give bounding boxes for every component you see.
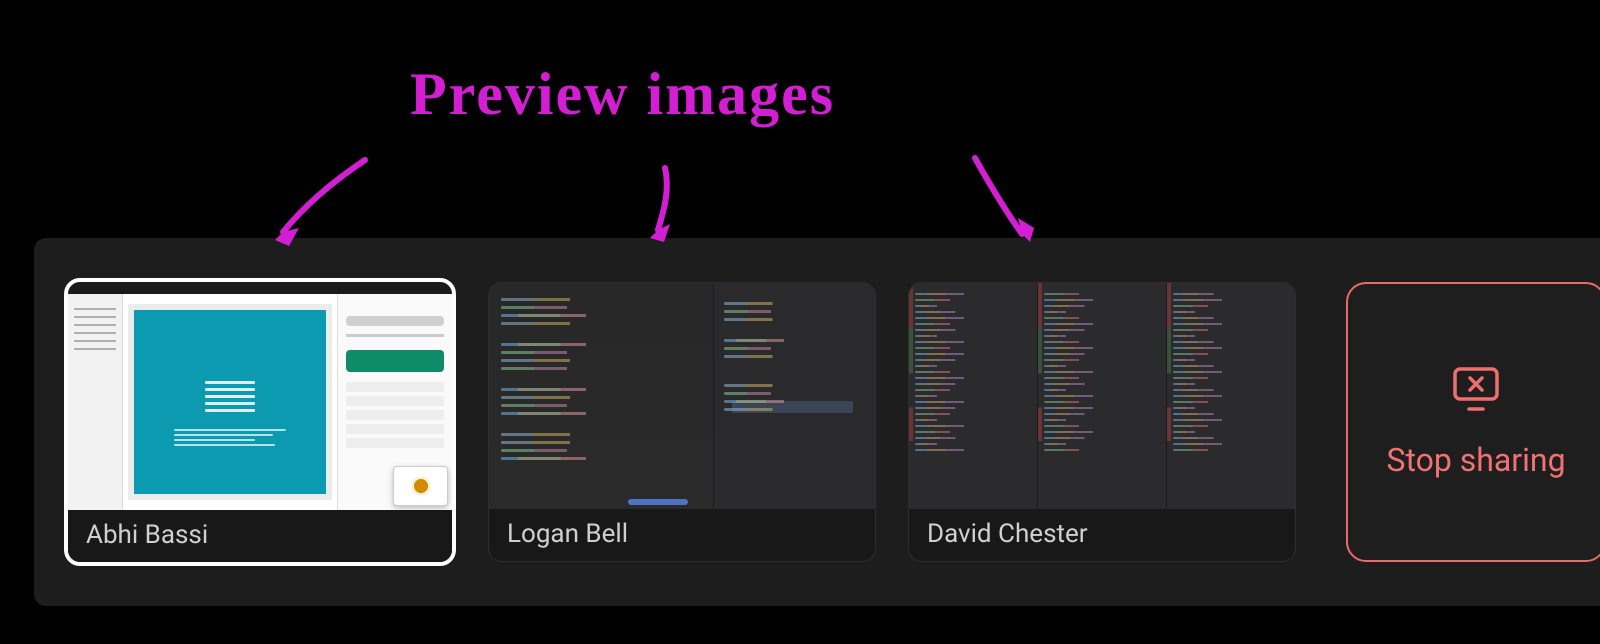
share-preview-thumbnail — [489, 283, 875, 509]
share-preview-tile[interactable]: Abhi Bassi — [64, 278, 456, 566]
share-preview-name: David Chester — [909, 509, 1295, 561]
annotation-arrow-icon — [630, 160, 690, 250]
stop-sharing-label: Stop sharing — [1386, 441, 1565, 479]
share-preview-thumbnail — [909, 283, 1295, 509]
annotation-arrow-icon — [255, 150, 375, 260]
stop-sharing-button[interactable]: Stop sharing — [1346, 282, 1600, 562]
share-preview-tile[interactable]: David Chester — [908, 282, 1296, 562]
stop-share-icon — [1449, 365, 1503, 413]
share-preview-tile[interactable]: Logan Bell — [488, 282, 876, 562]
share-preview-thumbnail — [68, 282, 452, 510]
share-preview-name: Abhi Bassi — [68, 510, 452, 562]
annotation-label: Preview images — [410, 60, 835, 129]
screen-share-tray: Abhi Bassi — [34, 238, 1600, 606]
annotation-arrow-icon — [960, 150, 1050, 260]
share-preview-name: Logan Bell — [489, 509, 875, 561]
